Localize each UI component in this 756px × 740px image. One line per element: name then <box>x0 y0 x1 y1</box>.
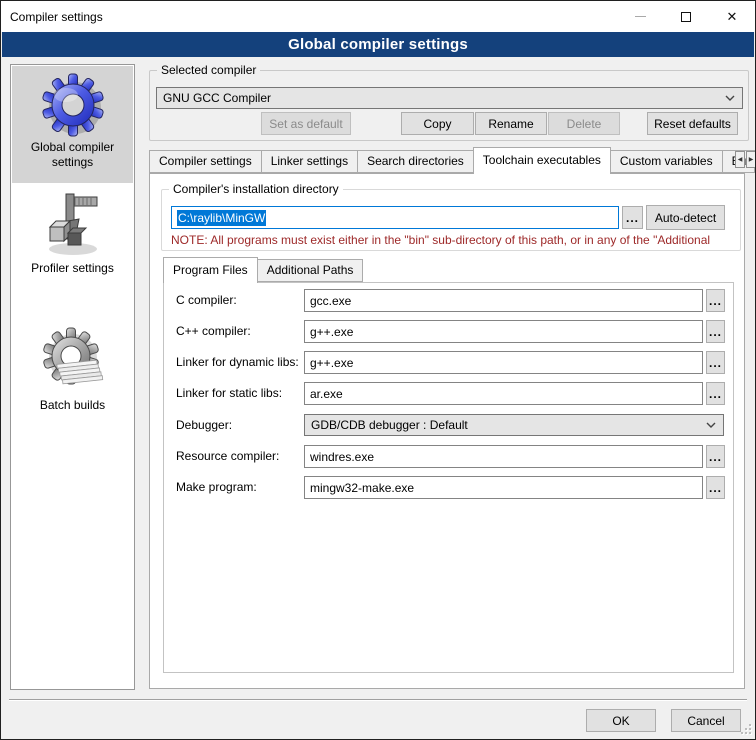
tab-scroll-left-icon: ◀ <box>738 156 743 163</box>
cancel-button[interactable]: Cancel <box>671 709 741 732</box>
linker-dynamic-label: Linker for dynamic libs: <box>176 355 299 369</box>
compiler-settings-dialog: Compiler settings ✕ Global compiler sett… <box>0 0 756 740</box>
linker-static-label: Linker for static libs: <box>176 386 282 400</box>
sidebar: Global compiler settings <box>10 64 135 690</box>
cpp-compiler-label: C++ compiler: <box>176 324 251 338</box>
linker-dynamic-browse-button[interactable]: ... <box>706 351 725 374</box>
tab-search-directories[interactable]: Search directories <box>357 150 474 173</box>
maximize-button[interactable] <box>663 1 709 32</box>
selected-compiler-value: GNU GCC Compiler <box>163 91 271 105</box>
selected-compiler-combo[interactable]: GNU GCC Compiler <box>156 87 743 109</box>
banner-title: Global compiler settings <box>288 36 468 53</box>
installation-directory-group-label: Compiler's installation directory <box>169 182 343 196</box>
installation-directory-value: C:\raylib\MinGW <box>177 210 266 226</box>
ok-button[interactable]: OK <box>586 709 656 732</box>
program-files-tabs: Program Files Additional Paths <box>163 259 362 282</box>
c-compiler-input[interactable]: gcc.exe <box>304 289 703 312</box>
selected-compiler-group-label: Selected compiler <box>157 63 260 77</box>
maximize-icon <box>681 12 691 22</box>
tab-compiler-settings[interactable]: Compiler settings <box>149 150 262 173</box>
subtab-program-files[interactable]: Program Files <box>163 257 258 283</box>
c-compiler-label: C compiler: <box>176 293 237 307</box>
dialog-banner: Global compiler settings <box>2 32 754 57</box>
make-program-label: Make program: <box>176 480 257 494</box>
tab-scroll-left-button[interactable]: ◀ <box>735 151 745 168</box>
linker-static-browse-button[interactable]: ... <box>706 382 725 405</box>
tab-toolchain-executables[interactable]: Toolchain executables <box>473 147 611 174</box>
close-icon: ✕ <box>727 10 738 23</box>
minimize-button[interactable] <box>617 1 663 32</box>
close-button[interactable]: ✕ <box>709 1 755 32</box>
resize-grip[interactable] <box>741 724 751 734</box>
cpp-compiler-browse-button[interactable]: ... <box>706 320 725 343</box>
sidebar-item-global-compiler-settings[interactable]: Global compiler settings <box>12 66 133 183</box>
resource-compiler-label: Resource compiler: <box>176 449 279 463</box>
auto-detect-button[interactable]: Auto-detect <box>646 205 725 230</box>
copy-button[interactable]: Copy <box>401 112 474 135</box>
debugger-combo[interactable]: GDB/CDB debugger : Default <box>304 414 724 436</box>
set-as-default-button[interactable]: Set as default <box>261 112 351 135</box>
sidebar-item-label: Profiler settings <box>12 261 133 276</box>
blue-gear-icon <box>40 72 106 138</box>
installation-directory-browse-button[interactable]: ... <box>622 206 643 229</box>
compiler-tabs: Compiler settings Linker settings Search… <box>149 150 754 173</box>
gray-gear-papers-icon <box>40 326 106 396</box>
sidebar-item-label: Global compiler settings <box>12 140 133 170</box>
subtab-additional-paths[interactable]: Additional Paths <box>257 259 364 282</box>
delete-button[interactable]: Delete <box>548 112 620 135</box>
chevron-down-icon <box>706 422 716 428</box>
make-program-browse-button[interactable]: ... <box>706 476 725 499</box>
resource-compiler-input[interactable]: windres.exe <box>304 445 703 468</box>
linker-dynamic-input[interactable]: g++.exe <box>304 351 703 374</box>
debugger-label: Debugger: <box>176 418 232 432</box>
cpp-compiler-input[interactable]: g++.exe <box>304 320 703 343</box>
tab-custom-variables[interactable]: Custom variables <box>610 150 723 173</box>
resource-compiler-browse-button[interactable]: ... <box>706 445 725 468</box>
make-program-input[interactable]: mingw32-make.exe <box>304 476 703 499</box>
installation-directory-note: NOTE: All programs must exist either in … <box>171 233 737 247</box>
tab-linker-settings[interactable]: Linker settings <box>261 150 358 173</box>
linker-static-input[interactable]: ar.exe <box>304 382 703 405</box>
sidebar-item-profiler-settings[interactable]: Profiler settings <box>12 185 133 295</box>
sidebar-item-label: Batch builds <box>12 398 133 413</box>
rename-button[interactable]: Rename <box>475 112 547 135</box>
tab-scroll-right-button[interactable]: ▶ <box>746 151 756 168</box>
window-title: Compiler settings <box>10 10 103 24</box>
tab-scroll-right-icon: ▶ <box>749 156 754 163</box>
footer-divider <box>9 699 747 701</box>
sidebar-item-batch-builds[interactable]: Batch builds <box>12 320 133 420</box>
minimize-icon <box>635 16 646 17</box>
chevron-down-icon <box>725 95 735 101</box>
reset-defaults-button[interactable]: Reset defaults <box>647 112 738 135</box>
c-compiler-browse-button[interactable]: ... <box>706 289 725 312</box>
titlebar: Compiler settings ✕ <box>1 1 755 32</box>
installation-directory-input[interactable]: C:\raylib\MinGW <box>171 206 619 229</box>
caliper-icon <box>41 191 105 259</box>
